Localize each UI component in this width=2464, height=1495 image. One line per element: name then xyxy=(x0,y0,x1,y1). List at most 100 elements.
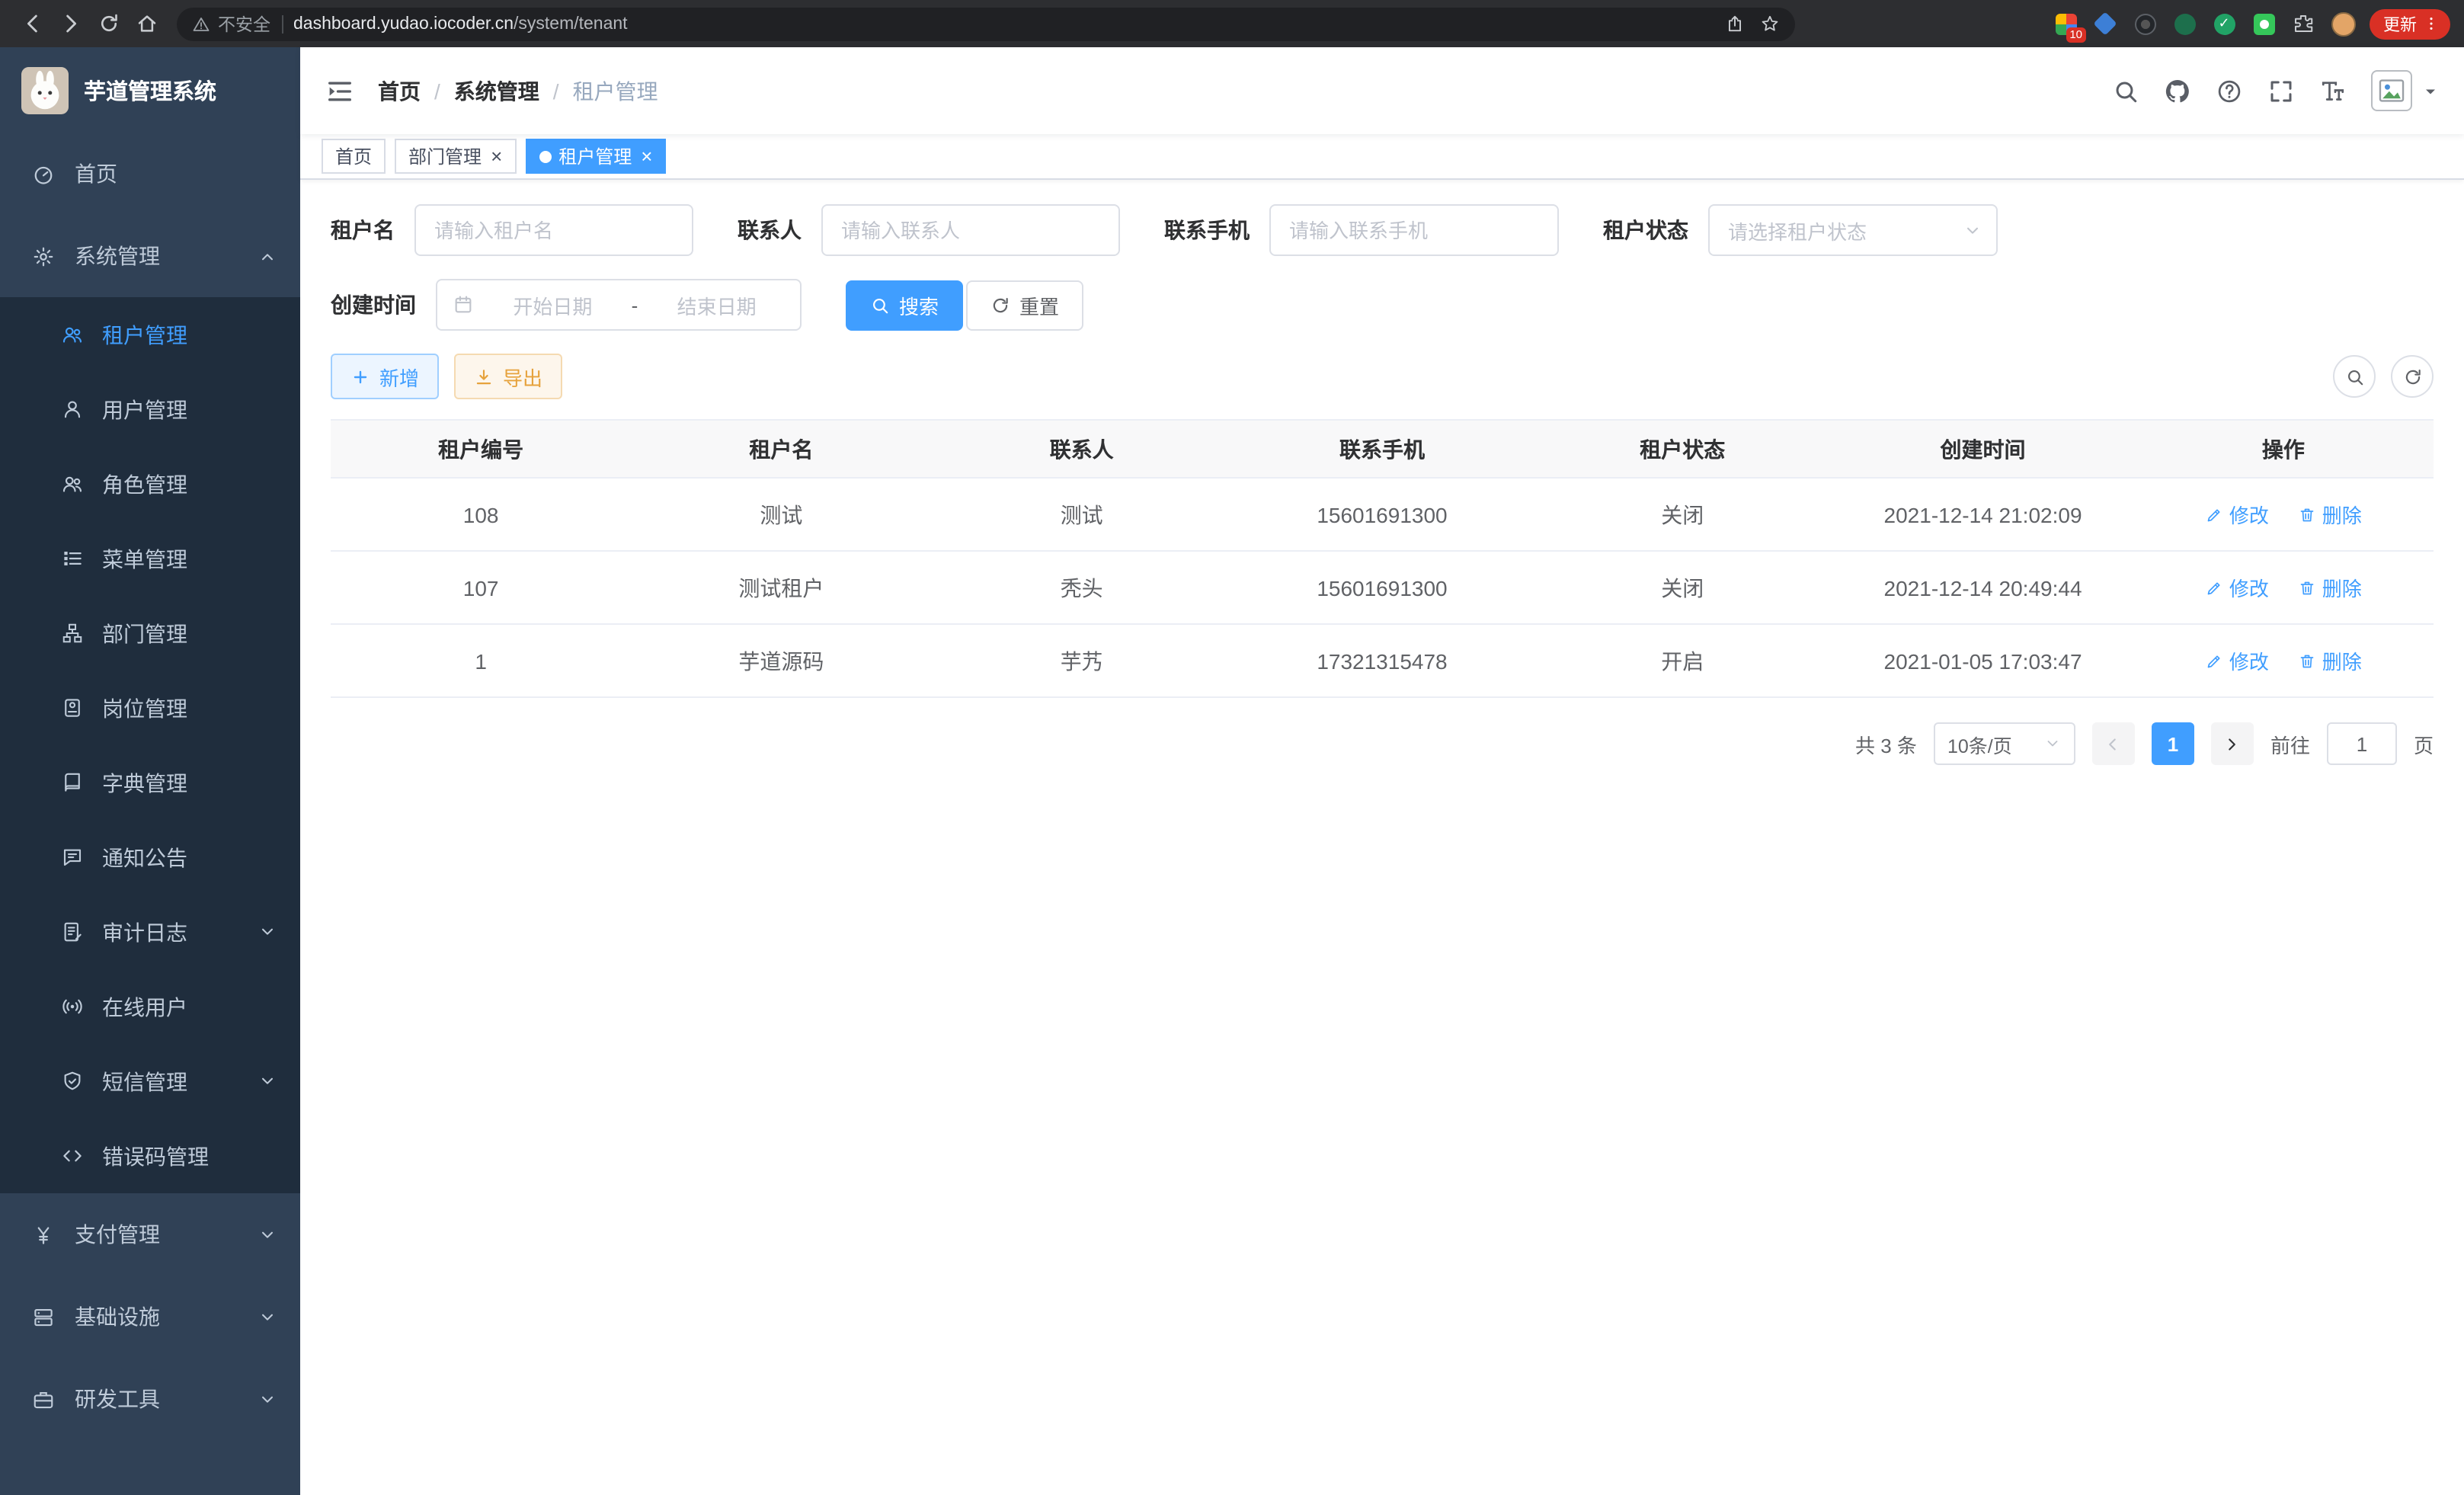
sidebar-logo[interactable]: 芋道管理系统 xyxy=(0,47,300,133)
delete-link[interactable]: 删除 xyxy=(2298,646,2362,675)
search-button-label: 搜索 xyxy=(899,290,939,319)
sidebar-item-error-code[interactable]: 错误码管理 xyxy=(0,1119,300,1193)
breadcrumb-item-home[interactable]: 首页 xyxy=(378,75,421,106)
extension-icon-dark-green[interactable] xyxy=(2171,11,2197,37)
contact-input[interactable] xyxy=(821,204,1120,256)
tab-home[interactable]: 首页 xyxy=(322,139,386,174)
edit-pencil-icon xyxy=(2205,578,2223,597)
col-actions: 操作 xyxy=(2133,420,2434,478)
toggle-search-button[interactable] xyxy=(2333,355,2376,398)
col-created: 创建时间 xyxy=(1832,420,2133,478)
breadcrumb-item-system[interactable]: 系统管理 xyxy=(454,75,539,106)
screen: 不安全 dashboard.yudao.iocoder.cn/system/te… xyxy=(0,0,2464,1495)
page-content: 租户名 联系人 联系手机 租户状态 请选择租户状态 xyxy=(300,180,2464,1495)
edit-link[interactable]: 修改 xyxy=(2205,573,2269,602)
sidebar-item-home[interactable]: 首页 xyxy=(0,133,300,215)
bookmark-star-icon[interactable] xyxy=(1760,14,1780,34)
col-contact: 联系人 xyxy=(932,420,1232,478)
address-bar[interactable]: 不安全 dashboard.yudao.iocoder.cn/system/te… xyxy=(177,7,1795,40)
refresh-table-button[interactable] xyxy=(2391,355,2434,398)
table-row: 107 测试租户 秃头 15601691300 关闭 2021-12-14 20… xyxy=(331,551,2434,624)
security-chip[interactable]: 不安全 xyxy=(192,11,270,36)
page-number-1[interactable]: 1 xyxy=(2152,722,2194,765)
sidebar-menu: 首页 系统管理 租户管理 用户管理 角色管理 xyxy=(0,133,300,1495)
goto-page-input[interactable] xyxy=(2327,722,2397,765)
browser-home-button[interactable] xyxy=(128,5,166,43)
tenant-name-input[interactable] xyxy=(414,204,693,256)
filter-row-1: 租户名 联系人 联系手机 租户状态 请选择租户状态 xyxy=(331,204,2434,256)
user-avatar-menu[interactable] xyxy=(2371,70,2440,111)
sidebar-item-user[interactable]: 用户管理 xyxy=(0,372,300,447)
next-page-button[interactable] xyxy=(2211,722,2254,765)
sidebar-item-audit-log[interactable]: 审计日志 xyxy=(0,895,300,969)
help-question-icon[interactable] xyxy=(2216,77,2243,104)
user-avatar xyxy=(2371,70,2412,111)
page-size-select[interactable]: 10条/页 xyxy=(1934,722,2075,765)
sidebar-item-label: 岗位管理 xyxy=(102,693,187,723)
sidebar-item-online-user[interactable]: 在线用户 xyxy=(0,969,300,1044)
close-icon[interactable]: × xyxy=(641,146,652,166)
refresh-icon xyxy=(990,295,1010,315)
cell-actions: 修改 删除 xyxy=(2133,624,2434,697)
sidebar-item-dept[interactable]: 部门管理 xyxy=(0,596,300,671)
sidebar-item-notice[interactable]: 通知公告 xyxy=(0,820,300,895)
fullscreen-icon[interactable] xyxy=(2267,77,2295,104)
status-select[interactable]: 请选择租户状态 xyxy=(1708,204,1998,256)
extension-icon-colorful[interactable]: 10 xyxy=(2053,11,2078,37)
tab-dept[interactable]: 部门管理 × xyxy=(395,139,516,174)
sidebar-item-post[interactable]: 岗位管理 xyxy=(0,671,300,745)
reset-button[interactable]: 重置 xyxy=(966,280,1083,330)
extension-icon-green-square[interactable] xyxy=(2251,11,2277,37)
prev-page-button[interactable] xyxy=(2092,722,2135,765)
browser-forward-button[interactable] xyxy=(52,5,90,43)
phone-input[interactable] xyxy=(1269,204,1559,256)
org-icon xyxy=(61,622,84,645)
chevron-down-icon xyxy=(2043,735,2062,753)
share-icon[interactable] xyxy=(1725,14,1745,34)
sidebar-item-pay[interactable]: 支付管理 xyxy=(0,1193,300,1276)
filter-row-2: 创建时间 开始日期 - 结束日期 搜索 xyxy=(331,279,2434,331)
sidebar-item-menu[interactable]: 菜单管理 xyxy=(0,521,300,596)
extension-icon-green-check[interactable]: ✓ xyxy=(2211,11,2237,37)
sidebar-item-label: 用户管理 xyxy=(102,394,187,424)
extension-icon-dark-circle[interactable] xyxy=(2132,11,2158,37)
sidebar-item-label: 角色管理 xyxy=(102,469,187,499)
sidebar-item-system[interactable]: 系统管理 xyxy=(0,215,300,297)
github-icon[interactable] xyxy=(2164,77,2191,104)
sidebar-item-devtool[interactable]: 研发工具 xyxy=(0,1358,300,1440)
edit-link[interactable]: 修改 xyxy=(2205,500,2269,529)
filter-contact: 联系人 xyxy=(738,204,1120,256)
delete-link[interactable]: 删除 xyxy=(2298,500,2362,529)
delete-link[interactable]: 删除 xyxy=(2298,573,2362,602)
extension-icon-blue-shield[interactable] xyxy=(2092,11,2118,37)
browser-back-button[interactable] xyxy=(14,5,52,43)
add-button[interactable]: 新增 xyxy=(331,354,439,399)
sidebar-item-tenant[interactable]: 租户管理 xyxy=(0,297,300,372)
font-size-icon[interactable] xyxy=(2319,77,2347,104)
edit-link[interactable]: 修改 xyxy=(2205,646,2269,675)
sidebar-item-sms[interactable]: 短信管理 xyxy=(0,1044,300,1119)
date-separator: - xyxy=(632,293,638,316)
close-icon[interactable]: × xyxy=(491,146,502,166)
tab-tenant[interactable]: 租户管理 × xyxy=(525,139,666,174)
date-range-picker[interactable]: 开始日期 - 结束日期 xyxy=(436,279,802,331)
chevron-left-icon xyxy=(2104,734,2123,754)
search-button[interactable]: 搜索 xyxy=(846,280,963,330)
navbar-actions xyxy=(2112,70,2440,111)
browser-update-button[interactable]: 更新 xyxy=(2370,8,2450,39)
sidebar-item-role[interactable]: 角色管理 xyxy=(0,447,300,521)
download-icon xyxy=(474,367,494,386)
trash-icon xyxy=(2298,651,2316,670)
export-button[interactable]: 导出 xyxy=(454,354,562,399)
sidebar-item-label: 菜单管理 xyxy=(102,543,187,574)
sidebar-item-label: 字典管理 xyxy=(102,767,187,798)
col-tenant-name: 租户名 xyxy=(631,420,931,478)
browser-profile-avatar[interactable] xyxy=(2330,11,2356,37)
sidebar-fold-icon[interactable] xyxy=(325,75,355,106)
header-search-icon[interactable] xyxy=(2112,77,2139,104)
extensions-puzzle-icon[interactable] xyxy=(2290,11,2316,37)
main-area: 首页 / 系统管理 / 租户管理 xyxy=(300,47,2464,1495)
sidebar-item-dict[interactable]: 字典管理 xyxy=(0,745,300,820)
sidebar-item-infra[interactable]: 基础设施 xyxy=(0,1276,300,1358)
browser-reload-button[interactable] xyxy=(90,5,128,43)
